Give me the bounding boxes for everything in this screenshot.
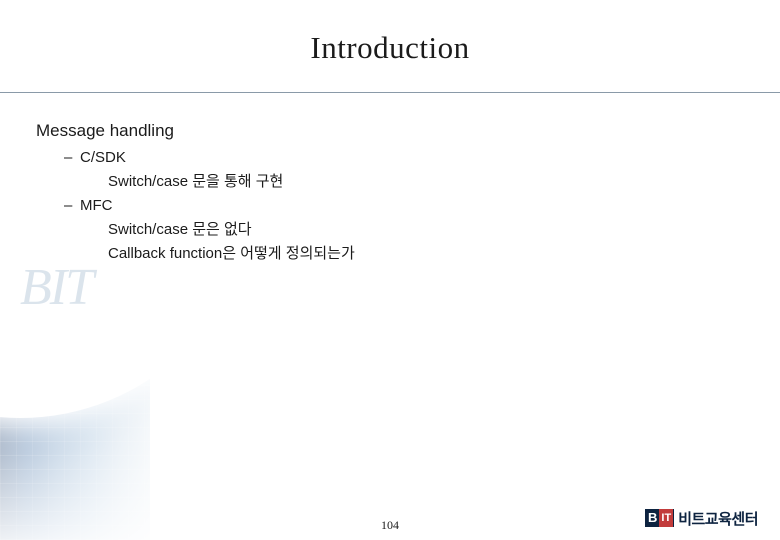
- detail-line: Switch/case 문은 없다: [108, 221, 252, 239]
- bit-logo: B IT 비트교육센터: [645, 508, 758, 528]
- body-heading: Message handling: [36, 121, 174, 140]
- sub-bullet-label: MFC: [80, 197, 113, 215]
- logo-mark: B IT: [645, 509, 675, 527]
- title-divider: [0, 92, 780, 93]
- slide-title: Introduction: [310, 30, 470, 65]
- bullet-dash-icon: –: [64, 149, 73, 167]
- slide: BIT Introduction Message handling – C/SDK…: [0, 0, 780, 540]
- logo-letter-b: B: [648, 510, 658, 525]
- sub-bullet-label: C/SDK: [80, 149, 126, 167]
- detail-line: Callback function은 어떻게 정의되는가: [108, 245, 355, 263]
- logo-letters-it: IT: [659, 509, 674, 527]
- sub-bullet-c-sdk: – C/SDK: [64, 146, 736, 170]
- sub-bullet-mfc: – MFC: [64, 194, 736, 218]
- background-fade: [0, 330, 160, 540]
- watermark-text: BIT: [20, 259, 94, 316]
- bullet-dash-icon: –: [64, 197, 73, 215]
- blue-texture-band: [0, 0, 150, 540]
- slide-body: Message handling – C/SDK Switch/case 문을 통…: [36, 118, 736, 266]
- detail-line: Switch/case 문을 통해 구현: [108, 173, 284, 191]
- decorative-background: BIT: [0, 0, 260, 540]
- logo-wordmark: 비트교육센터: [678, 510, 758, 528]
